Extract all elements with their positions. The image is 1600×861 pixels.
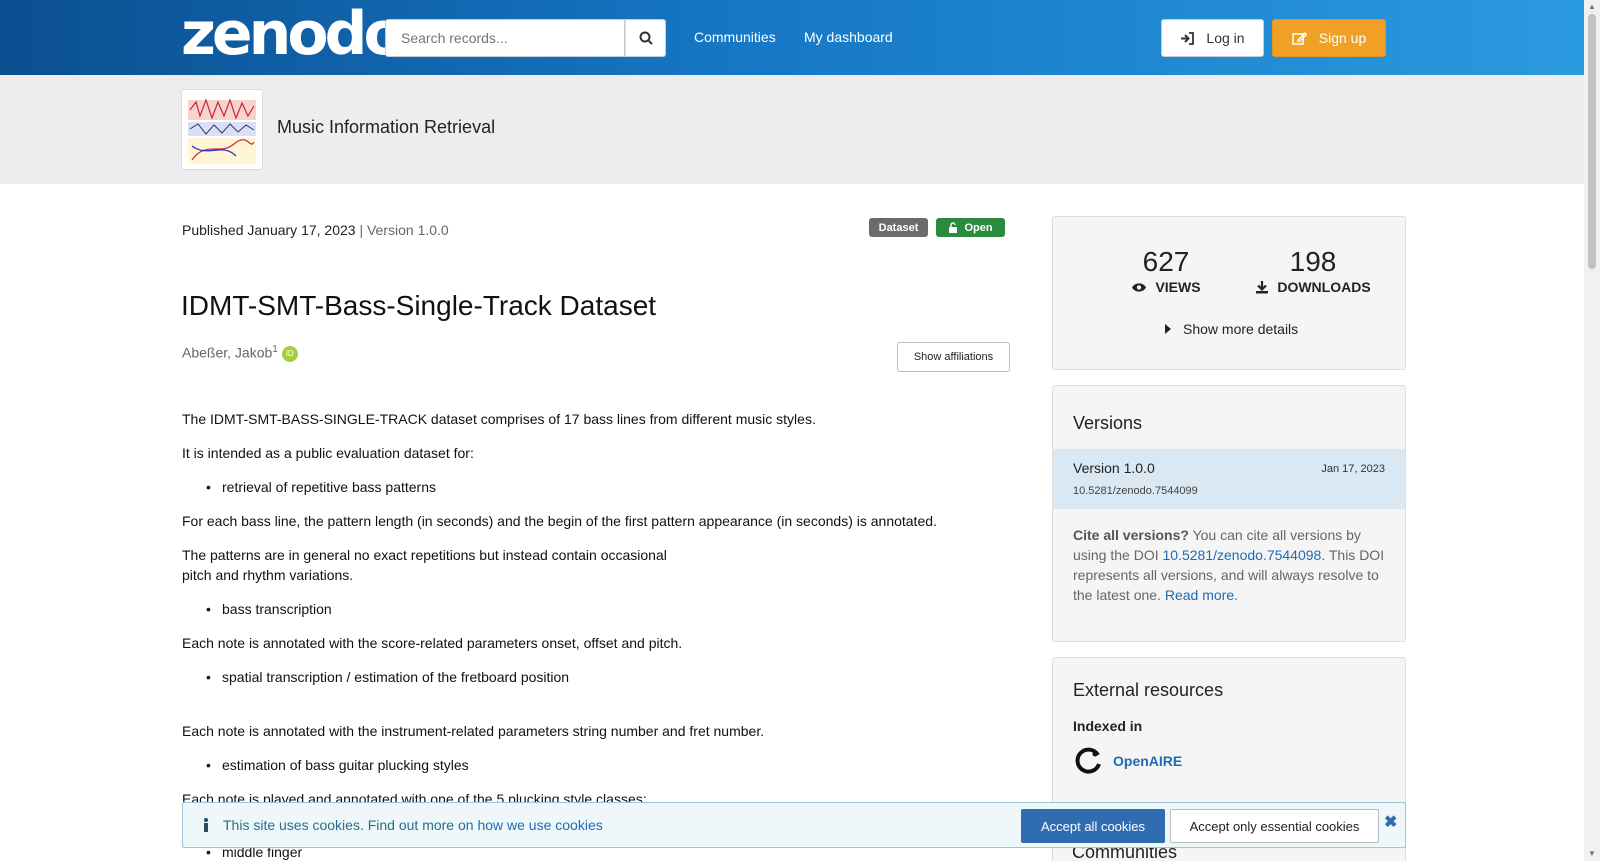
access-badge: Open [936,218,1005,237]
unlock-icon [949,222,958,233]
eye-icon [1132,282,1147,292]
indexed-in-label: Indexed in [1073,718,1143,734]
versions-card: Versions Version 1.0.0 Jan 17, 2023 10.5… [1052,385,1406,642]
page-scrollbar[interactable]: ▲ ▼ [1584,0,1600,861]
cookie-text: This site uses cookies. Find out more on [223,817,478,833]
views-label: VIEWS [1155,279,1201,295]
login-button[interactable]: Log in [1161,19,1264,57]
nav-my-dashboard[interactable]: My dashboard [804,29,893,45]
description-list-item: estimation of bass guitar plucking style… [206,755,469,775]
creator: Abeßer, Jakob1 iD [182,344,298,362]
description-paragraph: It is intended as a public evaluation da… [182,445,474,461]
affiliation-marker: 1 [272,344,278,355]
cite-all-versions: Cite all versions? You can cite all vers… [1073,525,1391,605]
access-label: Open [964,221,993,234]
description-paragraph: Each note is annotated with the instrume… [182,723,765,739]
description-paragraph: Each note is annotated with the score-re… [182,635,683,651]
scroll-down-arrow-icon[interactable]: ▼ [1588,849,1596,858]
views-label-row: VIEWS [1111,279,1221,295]
version-date: Jan 17, 2023 [1321,463,1385,475]
external-resources-title: External resources [1073,680,1224,700]
scroll-thumb[interactable] [1588,14,1596,269]
openaire-link[interactable]: OpenAIRE [1073,746,1182,776]
downloads-label: DOWNLOADS [1277,279,1371,295]
download-icon [1256,281,1269,294]
signup-button[interactable]: Sign up [1272,19,1386,57]
accept-essential-cookies-button[interactable]: Accept only essential cookies [1170,809,1379,843]
description-paragraph: pitch and rhythm variations. [182,567,354,583]
search-input[interactable] [385,19,625,57]
openaire-icon [1075,747,1101,774]
community-name[interactable]: Music Information Retrieval [277,117,495,138]
cookie-message: This site uses cookies. Find out more on… [203,817,603,833]
version-name[interactable]: Version 1.0.0 [1073,460,1155,476]
show-affiliations-button[interactable]: Show affiliations [897,342,1010,372]
description-list-item: bass transcription [206,599,332,619]
downloads-label-row: DOWNLOADS [1243,279,1383,295]
close-icon[interactable]: ✖ [1384,812,1397,832]
record-title: IDMT-SMT-Bass-Single-Track Dataset [181,290,657,321]
search-icon [639,31,653,45]
views-count: 627 [1142,246,1190,277]
cite-period: . [1234,587,1238,603]
description-list-item: retrieval of repetitive bass patterns [206,477,436,497]
downloads-count: 198 [1289,246,1337,277]
views-stat: 627 VIEWS [1111,247,1221,295]
versions-title: Versions [1073,413,1143,433]
read-more-link[interactable]: Read more [1165,587,1234,603]
description-list-item: spatial transcription / estimation of th… [206,667,569,687]
concept-doi-link[interactable]: 10.5281/zenodo.7544098 [1163,547,1322,563]
stats-card: 627 VIEWS 198 DOWNLOADS Show more detail… [1052,216,1406,370]
openaire-label: OpenAIRE [1113,753,1183,769]
nav-communities[interactable]: Communities [694,29,776,45]
scroll-up-arrow-icon[interactable]: ▲ [1588,2,1596,11]
community-header: Music Information Retrieval [0,75,1584,184]
top-navbar: zenodo Communities My dashboard Log in S… [0,0,1584,75]
orcid-icon[interactable]: iD [281,345,298,362]
version-doi: 10.5281/zenodo.7544099 [1073,485,1198,497]
cite-bold: Cite all versions? [1073,527,1189,543]
version-text: | Version 1.0.0 [359,222,449,238]
published-text: Published January 17, 2023 [182,222,356,238]
community-logo[interactable] [181,89,263,170]
zenodo-logo[interactable]: zenodo [181,4,405,64]
search-button[interactable] [625,19,666,57]
community-image [186,94,258,166]
login-label: Log in [1206,30,1245,46]
cookie-banner: This site uses cookies. Find out more on… [182,802,1406,848]
cookie-policy-link[interactable]: how we use cookies [477,817,602,833]
accept-all-cookies-button[interactable]: Accept all cookies [1021,809,1165,843]
search-bar [385,19,666,57]
version-item[interactable]: Version 1.0.0 Jan 17, 2023 10.5281/zenod… [1053,449,1405,509]
info-icon [204,818,208,832]
creator-name[interactable]: Abeßer, Jakob [182,345,272,361]
description-paragraph: The patterns are in general no exact rep… [182,547,667,563]
signup-label: Sign up [1318,30,1367,46]
edit-icon [1292,32,1307,45]
show-more-details-label: Show more details [1183,321,1299,337]
downloads-stat: 198 DOWNLOADS [1243,247,1383,295]
description-paragraph: For each bass line, the pattern length (… [182,513,937,529]
cookie-text-wrap: This site uses cookies. Find out more on… [223,817,603,833]
resource-type-badge: Dataset [869,218,928,237]
published-date: Published January 17, 2023 | Version 1.0… [182,222,449,238]
description-paragraph: The IDMT-SMT-BASS-SINGLE-TRACK dataset c… [182,411,816,427]
caret-right-icon [1165,324,1171,334]
show-more-details[interactable]: Show more details [1165,321,1298,337]
sign-in-icon [1181,31,1195,45]
